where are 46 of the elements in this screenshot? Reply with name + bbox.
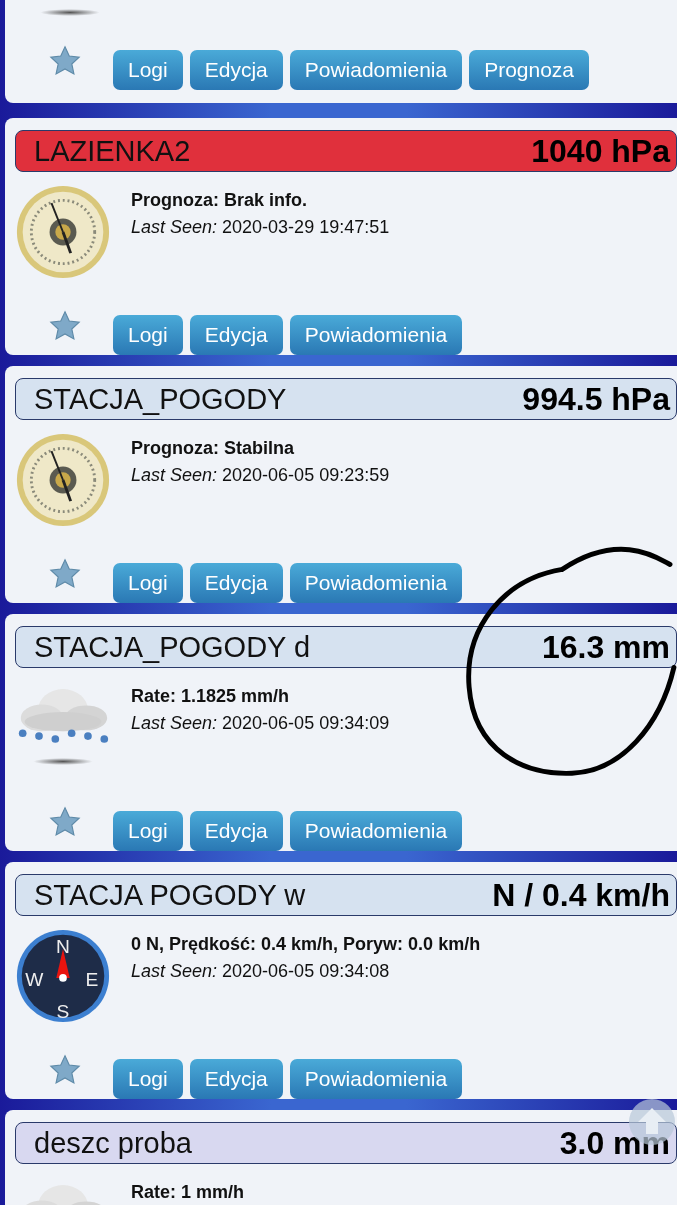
device-name: deszc proba [34, 1126, 192, 1160]
action-button[interactable]: Powiadomienia [289, 1059, 463, 1099]
compass-letter: S [56, 1001, 70, 1023]
device-info: 0 N, Prędkość: 0.4 km/h, Poryw: 0.0 km/h [131, 933, 481, 956]
device-value: 1040 hPa [531, 132, 670, 170]
barometer-icon [15, 432, 111, 528]
action-button[interactable]: Powiadomienia [289, 315, 463, 355]
last-seen-text: Last Seen: 2020-06-05 09:34:08 [131, 960, 391, 983]
device-name: STACJA_POGODY [34, 382, 287, 416]
device-value: 3.0 mm [559, 1124, 670, 1162]
device-info: Rate: 1 mm/h [131, 1181, 245, 1204]
star-icon[interactable] [48, 44, 82, 78]
action-button[interactable]: Edycja [189, 50, 283, 90]
action-button[interactable]: Logi [113, 811, 183, 851]
action-button[interactable]: Logi [113, 315, 183, 355]
device-value: 16.3 mm [541, 628, 670, 666]
last-seen-text: Last Seen: 2020-06-05 09:34:09 [131, 712, 390, 735]
action-button[interactable]: Edycja [189, 563, 283, 603]
compass-letter: E [85, 968, 99, 990]
device-info: Prognoza: Stabilna [131, 437, 295, 460]
star-icon[interactable] [48, 1053, 82, 1087]
action-button[interactable]: Powiadomienia [289, 50, 463, 90]
star-icon[interactable] [48, 557, 82, 591]
action-button[interactable]: Powiadomienia [289, 811, 463, 851]
last-seen-text: Last Seen: 2020-03-29 19:47:51 [131, 216, 390, 239]
action-button[interactable]: Logi [113, 563, 183, 603]
action-button[interactable]: Edycja [189, 315, 283, 355]
last-seen-text: Last Seen: 2020-06-05 09:23:59 [131, 464, 390, 487]
barometer-icon [15, 184, 111, 280]
compass-letter: W [25, 968, 44, 990]
compass-letter: N [56, 935, 70, 957]
action-button[interactable]: Prognoza [469, 50, 590, 90]
device-info: Prognoza: Brak info. [131, 189, 308, 212]
device-name: STACJA_POGODY d [34, 630, 311, 664]
action-button[interactable]: Logi [113, 1059, 183, 1099]
star-icon[interactable] [48, 805, 82, 839]
action-button[interactable]: Edycja [189, 1059, 283, 1099]
action-button[interactable]: Logi [113, 50, 183, 90]
device-value: N / 0.4 km/h [492, 876, 670, 914]
star-icon[interactable] [48, 309, 82, 343]
action-button[interactable]: Powiadomienia [289, 563, 463, 603]
device-info: Rate: 1.1825 mm/h [131, 685, 291, 708]
device-value: 994.5 hPa [522, 380, 670, 418]
device-name: STACJA POGODY w [34, 878, 306, 912]
device-name: LAZIENKA2 [34, 134, 191, 168]
action-button[interactable]: Edycja [189, 811, 283, 851]
